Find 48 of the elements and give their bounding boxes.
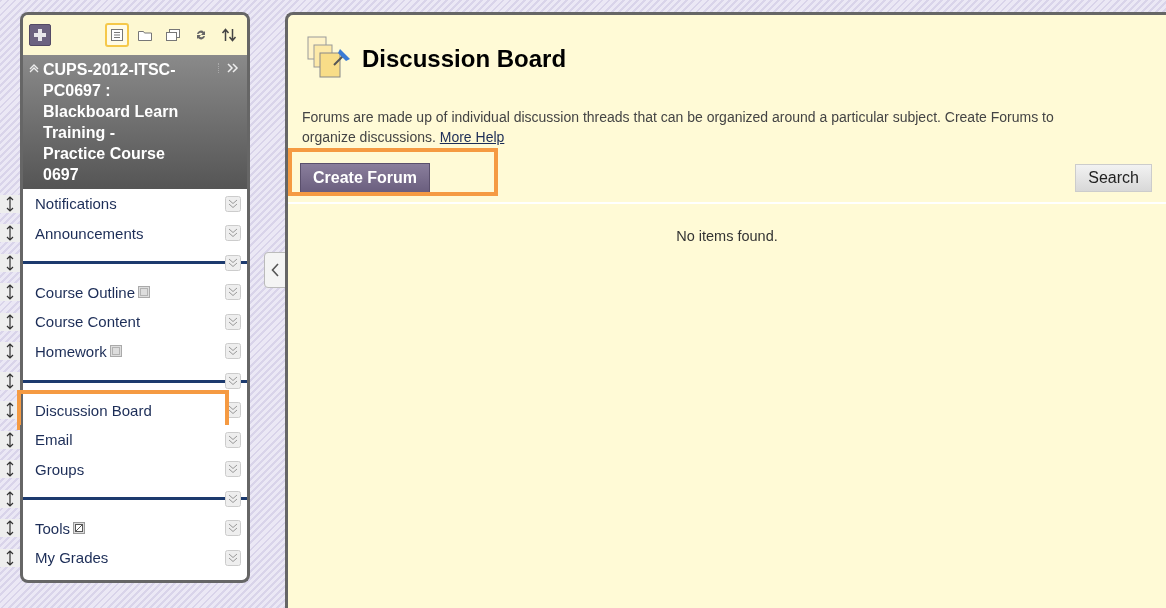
drag-handle-icon[interactable] bbox=[0, 519, 20, 538]
chevron-down-icon[interactable] bbox=[225, 490, 241, 507]
windows-icon bbox=[165, 28, 181, 42]
collapse-sidebar-button[interactable] bbox=[264, 252, 286, 288]
plus-icon bbox=[33, 28, 47, 42]
chevron-down-icon[interactable] bbox=[225, 225, 241, 242]
drag-handle-icon[interactable] bbox=[0, 401, 20, 420]
chevron-down-icon[interactable] bbox=[225, 254, 241, 271]
drag-handle-icon[interactable] bbox=[0, 548, 20, 567]
menu-item[interactable]: Groups bbox=[35, 460, 85, 478]
chevron-down-icon[interactable] bbox=[225, 431, 241, 448]
menu-item[interactable]: My Grades bbox=[35, 549, 109, 567]
list-icon bbox=[110, 28, 124, 42]
drag-handle-icon[interactable] bbox=[0, 342, 20, 361]
menu-item[interactable]: Email bbox=[35, 431, 73, 449]
drag-handle-icon[interactable] bbox=[0, 224, 20, 243]
chevron-down-icon[interactable] bbox=[225, 313, 241, 330]
chevron-down-icon[interactable] bbox=[225, 372, 241, 389]
chevron-down-icon[interactable] bbox=[225, 549, 241, 566]
list-view-button[interactable] bbox=[105, 23, 129, 47]
chevron-down-icon[interactable] bbox=[225, 195, 241, 212]
empty-message: No items found. bbox=[675, 228, 779, 244]
up-down-arrows-icon bbox=[221, 28, 237, 42]
add-button[interactable] bbox=[29, 24, 51, 46]
more-help-link[interactable]: More Help bbox=[439, 129, 505, 145]
drag-handle-icon[interactable] bbox=[0, 430, 20, 449]
collapse-icon[interactable] bbox=[29, 63, 39, 73]
drag-handle-icon[interactable] bbox=[0, 283, 20, 302]
chevron-down-icon[interactable] bbox=[225, 284, 241, 301]
drag-handle-icon[interactable] bbox=[0, 312, 20, 331]
folder-icon bbox=[137, 28, 153, 42]
drag-handle-icon[interactable] bbox=[0, 489, 20, 508]
create-forum-button[interactable]: Create Forum bbox=[300, 163, 431, 193]
chevron-down-icon[interactable] bbox=[225, 520, 241, 537]
page-description: Forums are made up of individual discussion threads that can be organized around a particular subject. Create Forums to organize discussions. More Help bbox=[302, 108, 1055, 147]
chevron-left-icon bbox=[271, 263, 279, 277]
menu-item[interactable]: Tools bbox=[35, 519, 71, 537]
expand-icon[interactable] bbox=[218, 63, 239, 73]
drag-handle-icon[interactable] bbox=[0, 253, 20, 272]
search-button[interactable]: Search bbox=[1075, 164, 1152, 192]
chevron-down-icon[interactable] bbox=[225, 461, 241, 478]
drag-handle-icon[interactable] bbox=[0, 194, 20, 213]
drag-handle-icon[interactable] bbox=[0, 371, 20, 390]
chevron-down-icon[interactable] bbox=[225, 343, 241, 360]
page-title: Discussion Board bbox=[362, 45, 567, 73]
drag-handle-icon[interactable] bbox=[0, 460, 20, 479]
refresh-icon bbox=[194, 28, 208, 42]
menu-item[interactable]: Homework bbox=[35, 342, 107, 360]
